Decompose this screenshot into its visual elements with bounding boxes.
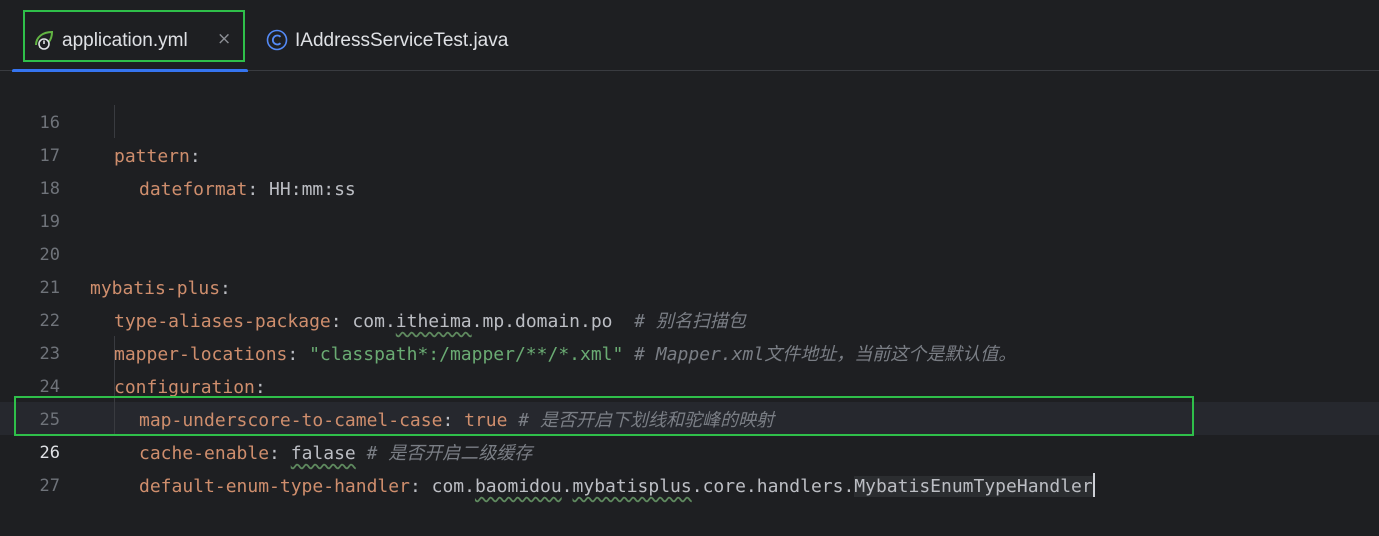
text-caret xyxy=(1092,473,1095,497)
yaml-value-selected-word: MybatisEnumTypeHandler xyxy=(854,476,1093,497)
code-line[interactable]: 17 dateformat: HH:mm:ss xyxy=(0,107,1379,200)
code-line[interactable]: 16 pattern: xyxy=(0,74,1379,167)
code-line[interactable]: 23 configuration: xyxy=(0,305,1379,398)
line-highlight-box xyxy=(14,396,1194,436)
code-line[interactable]: 24 map-underscore-to-camel-case: true # … xyxy=(0,338,1379,431)
yaml-value: com. xyxy=(420,476,475,497)
yaml-key: default-enum-type-handler xyxy=(139,476,410,497)
spring-yaml-icon xyxy=(35,30,54,50)
yaml-value: . xyxy=(561,476,573,497)
yaml-value: .core.handlers. xyxy=(691,476,855,497)
code-line[interactable]: 27 xyxy=(0,437,1379,496)
close-icon[interactable]: × xyxy=(217,29,231,49)
code-line[interactable]: 21 type-aliases-package: com.itheima.mp.… xyxy=(0,239,1379,332)
tab-iaddressservicetest-java[interactable]: IAddressServiceTest.java xyxy=(264,0,564,71)
editor-tab-bar: application.yml × IAddressServiceTest.ja… xyxy=(0,0,1379,73)
line-number: 27 xyxy=(39,476,60,496)
code-line[interactable]: 22 mapper-locations: "classpath*:/mapper… xyxy=(0,272,1379,365)
yaml-value-typo: mybatisplus xyxy=(572,476,692,497)
code-line[interactable]: 20 mybatis-plus: xyxy=(0,206,1379,299)
code-editor[interactable]: 16 pattern: 17 dateformat: HH:mm:ss 18 1… xyxy=(0,72,1379,497)
code-line[interactable]: 19 xyxy=(0,173,1379,232)
yaml-value-typo: baomidou xyxy=(474,476,562,497)
tab-label: application.yml xyxy=(62,30,188,51)
tab-label: IAddressServiceTest.java xyxy=(295,30,509,51)
tab-application-yml[interactable]: application.yml × xyxy=(12,0,248,73)
colon: : xyxy=(409,476,421,497)
java-class-icon xyxy=(266,29,288,51)
code-line[interactable]: 18 xyxy=(0,140,1379,199)
